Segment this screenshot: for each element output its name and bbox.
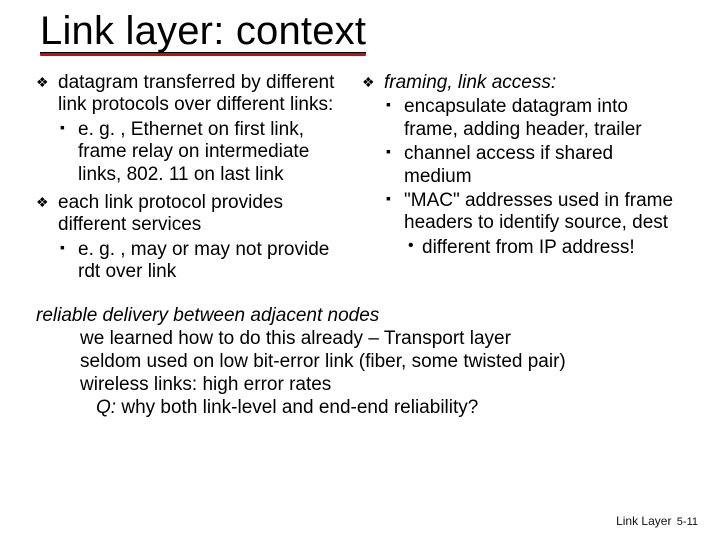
title-wrap: Link layer: context — [40, 10, 366, 56]
title-underline — [40, 53, 366, 56]
footer-section: Link Layer — [616, 514, 671, 528]
bottom-line: we learned how to do this already – Tran… — [36, 327, 684, 350]
left-item: datagram transferred by different link p… — [36, 72, 356, 186]
bottom-line: wireless links: high error rates — [36, 373, 684, 396]
footer-page: 5-11 — [677, 516, 698, 528]
right-subitem-text: "MAC" addresses used in frame headers to… — [404, 190, 673, 233]
bottom-question: Q: why both link-level and end-end relia… — [36, 396, 684, 419]
right-sub3: different from IP address! — [404, 237, 684, 259]
bottom-line: seldom used on low bit-error link (fiber… — [36, 350, 684, 373]
bottom-block: reliable delivery between adjacent nodes… — [36, 304, 684, 420]
right-subitem: "MAC" addresses used in frame headers to… — [384, 190, 684, 259]
left-subitem: e. g. , may or may not provide rdt over … — [58, 239, 356, 284]
right-column: framing, link access: encapsulate datagr… — [362, 72, 684, 290]
left-subitem: e. g. , Ethernet on first link, frame re… — [58, 119, 356, 186]
left-item-text: datagram transferred by different link p… — [58, 72, 334, 115]
left-column: datagram transferred by different link p… — [36, 72, 356, 290]
footer: Link Layer 5-11 — [616, 514, 698, 528]
q-label: Q: — [96, 397, 116, 418]
left-item: each link protocol provides different se… — [36, 192, 356, 284]
right-subitem: channel access if shared medium — [384, 143, 684, 188]
left-item-text: each link protocol provides different se… — [58, 192, 283, 235]
slide: Link layer: context datagram transferred… — [0, 0, 720, 540]
page-title: Link layer: context — [40, 10, 366, 54]
right-item-head: framing, link access: — [384, 72, 556, 93]
right-item: framing, link access: encapsulate datagr… — [362, 72, 684, 259]
columns: datagram transferred by different link p… — [36, 72, 684, 290]
right-subitem: encapsulate datagram into frame, adding … — [384, 96, 684, 141]
bottom-line: reliable delivery between adjacent nodes — [36, 304, 684, 327]
q-text: why both link-level and end-end reliabil… — [116, 397, 478, 418]
